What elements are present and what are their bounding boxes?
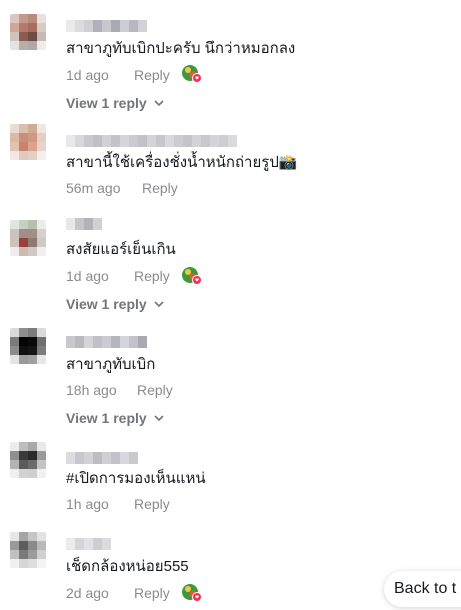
avatar[interactable] xyxy=(10,14,46,50)
comment-time: 1d ago xyxy=(66,268,109,284)
reply-button[interactable]: Reply xyxy=(137,381,173,399)
comment-time: 18h ago xyxy=(66,382,117,398)
view-replies-button[interactable]: View 1 reply xyxy=(66,295,165,313)
comment-text: สงสัยแอร์เย็นเกิน xyxy=(66,241,176,258)
username-blurred[interactable] xyxy=(66,20,147,32)
reply-button[interactable]: Reply xyxy=(134,584,170,602)
username-blurred[interactable] xyxy=(66,135,237,147)
avatar[interactable] xyxy=(10,442,46,478)
reply-button[interactable]: Reply xyxy=(142,179,178,197)
comment-meta: 2d ago Reply xyxy=(66,584,170,602)
view-replies-button[interactable]: View 1 reply xyxy=(66,409,165,427)
username-blurred[interactable] xyxy=(66,538,111,550)
username-blurred[interactable] xyxy=(66,336,147,348)
comment-time: 1d ago xyxy=(66,67,109,83)
avatar[interactable] xyxy=(10,124,46,160)
reply-button[interactable]: Reply xyxy=(134,66,170,84)
reply-button[interactable]: Reply xyxy=(134,267,170,285)
comment-meta: 1d ago Reply xyxy=(66,66,170,84)
reply-button[interactable]: Reply xyxy=(134,495,170,513)
comment-text: #เปิดการมองเห็นแหน่ xyxy=(66,470,206,487)
avatar[interactable] xyxy=(10,532,46,568)
comment-meta: 56m ago Reply xyxy=(66,179,178,197)
comment-meta: 1d ago Reply xyxy=(66,267,170,285)
avatar[interactable] xyxy=(10,220,46,256)
comment-text: เช็ดกล้องหน่อย555 xyxy=(66,558,189,575)
username-blurred[interactable] xyxy=(66,218,102,230)
back-to-top-button[interactable]: Back to t xyxy=(384,571,461,607)
comment-text: สาขาภูทับเบิกปะครับ นึกว่าหมอกลง xyxy=(66,40,296,57)
comment-text: สาขาภูทับเบิก xyxy=(66,356,156,373)
comment-text: สาขานี้ใช้เครื่องชั่งน้ำหนักถ่ายรูป📸 xyxy=(66,154,298,171)
comment-meta: 1h ago Reply xyxy=(66,495,170,513)
view-replies-label: View 1 reply xyxy=(66,410,147,426)
view-replies-label: View 1 reply xyxy=(66,95,147,111)
creator-liked-icon xyxy=(181,266,203,286)
comment-meta: 18h ago Reply xyxy=(66,381,173,399)
chevron-down-icon xyxy=(154,415,164,422)
chevron-down-icon xyxy=(154,301,164,308)
avatar[interactable] xyxy=(10,328,46,364)
creator-liked-icon xyxy=(181,64,203,84)
chevron-down-icon xyxy=(154,100,164,107)
username-blurred[interactable] xyxy=(66,452,138,464)
view-replies-label: View 1 reply xyxy=(66,296,147,312)
comment-time: 56m ago xyxy=(66,180,121,196)
comment-time: 1h ago xyxy=(66,496,109,512)
comment-time: 2d ago xyxy=(66,585,109,601)
creator-liked-icon xyxy=(181,583,203,603)
view-replies-button[interactable]: View 1 reply xyxy=(66,94,165,112)
